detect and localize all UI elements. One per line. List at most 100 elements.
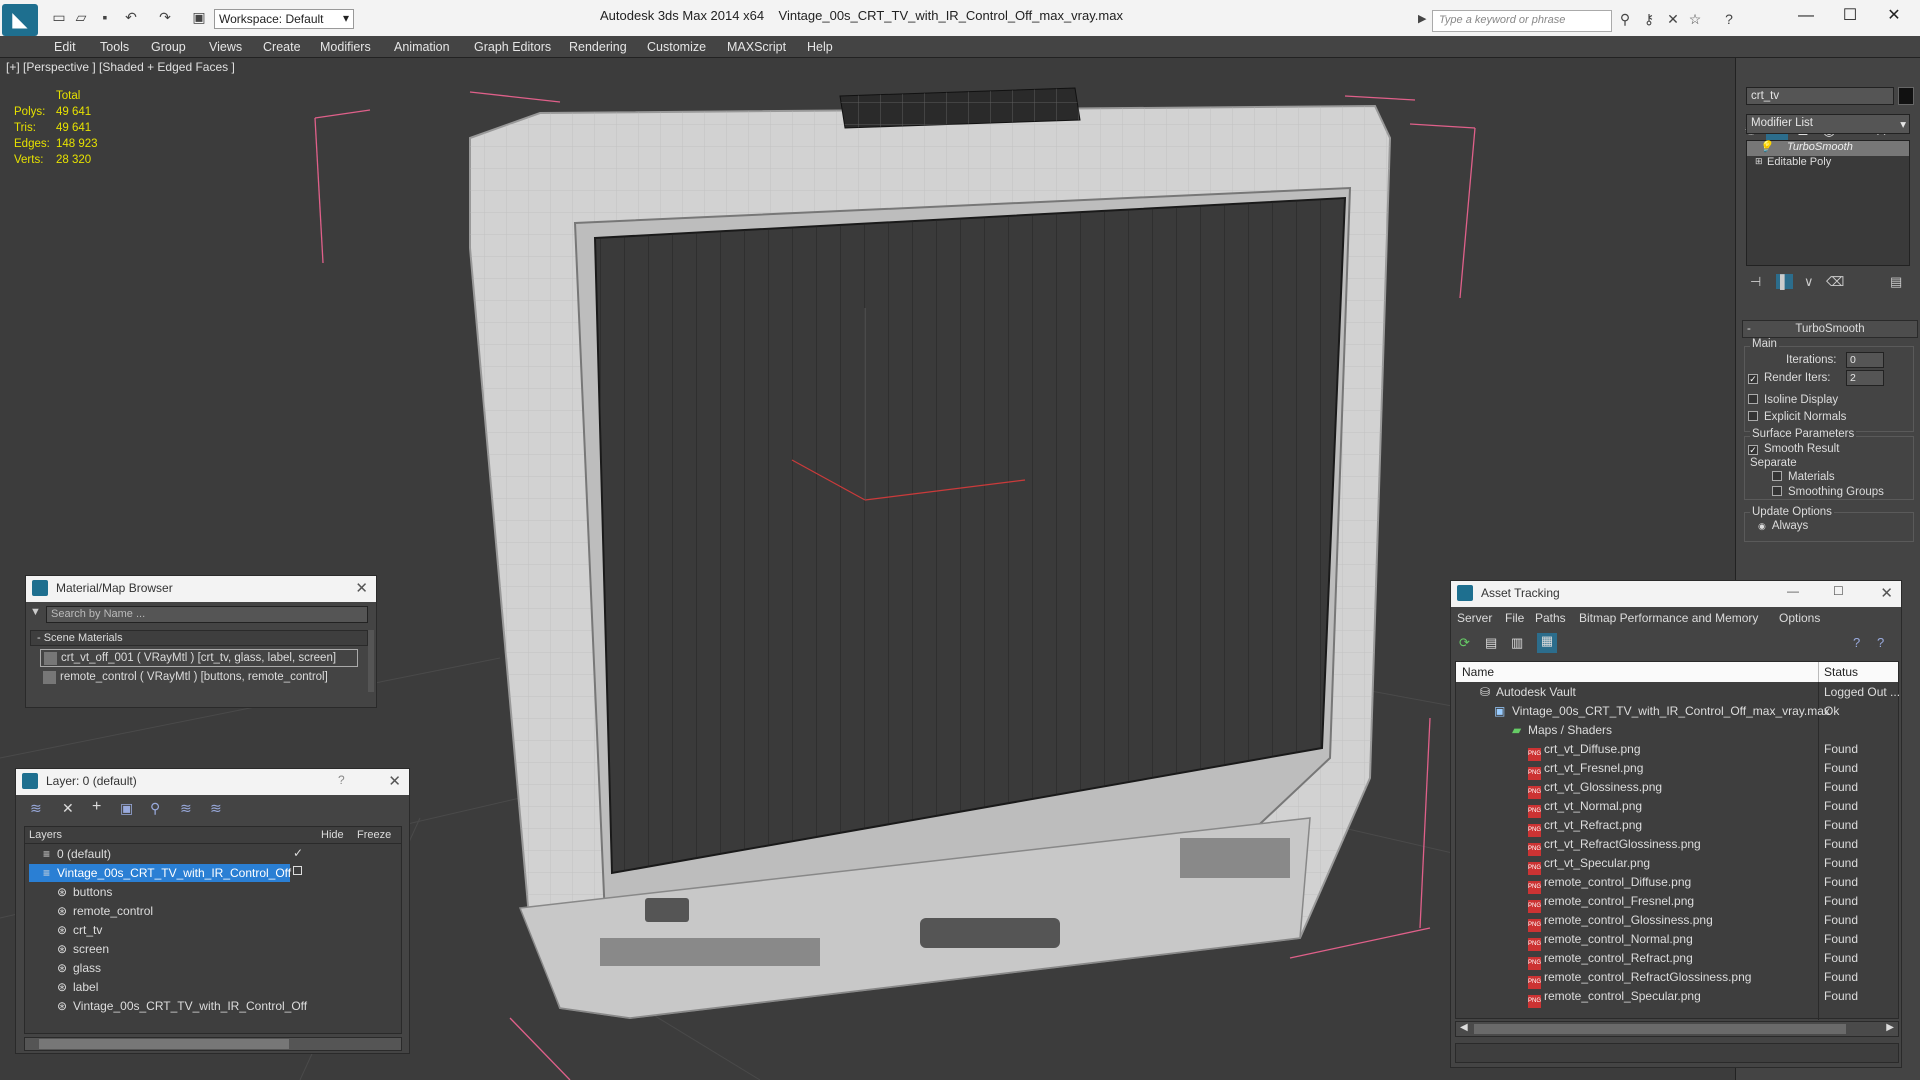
tools-icon[interactable]: ✕	[1664, 10, 1682, 28]
separate-smoothing-groups-checkbox[interactable]: Smoothing Groups	[1772, 486, 1884, 498]
close-window-button[interactable]: ✕	[1874, 4, 1914, 28]
asset-row[interactable]: PNG crt_vt_Fresnel.png Found	[1456, 759, 1898, 780]
list-view-icon[interactable]: ▤	[1485, 635, 1497, 651]
current-layer-check-icon[interactable]: ✓	[293, 846, 303, 860]
asset-row[interactable]: ▣ Vintage_00s_CRT_TV_with_IR_Control_Off_…	[1456, 702, 1898, 721]
pin-stack-icon[interactable]: ⊣	[1750, 274, 1761, 290]
current-layer-box-icon[interactable]	[293, 866, 302, 875]
menu-tools[interactable]: Tools	[100, 40, 129, 54]
help-icon[interactable]: ?	[338, 773, 345, 787]
binoculars-icon[interactable]: ⚲	[1616, 10, 1634, 28]
column-status[interactable]: Status	[1824, 665, 1858, 679]
highlight-layer-icon[interactable]: ⚲	[150, 800, 160, 817]
menu-graph-editors[interactable]: Graph Editors	[474, 40, 551, 54]
delete-layer-icon[interactable]: ✕	[62, 800, 74, 817]
search-input[interactable]: Type a keyword or phrase	[1432, 10, 1612, 32]
asset-row[interactable]: PNG crt_vt_RefractGlossiness.png Found	[1456, 835, 1898, 856]
asset-row[interactable]: PNG crt_vt_Refract.png Found	[1456, 816, 1898, 837]
layer-row[interactable]: ≡ Vintage_00s_CRT_TV_with_IR_Control_Off	[25, 864, 401, 883]
asset-row[interactable]: ▰ Maps / Shaders	[1456, 721, 1898, 740]
save-icon[interactable]: ▪	[96, 8, 114, 26]
column-freeze[interactable]: Freeze	[357, 829, 391, 841]
asset-row[interactable]: PNG crt_vt_Diffuse.png Found	[1456, 740, 1898, 761]
workspace-dropdown[interactable]: Workspace: Default ▾	[214, 9, 354, 29]
menu-views[interactable]: Views	[209, 40, 242, 54]
show-end-result-icon[interactable]: ▌	[1776, 274, 1794, 289]
close-icon[interactable]: ✕	[1880, 584, 1893, 602]
menu-bitmap-performance[interactable]: Bitmap Performance and Memory	[1579, 611, 1758, 625]
menu-options[interactable]: Options	[1779, 611, 1820, 625]
context-help-icon[interactable]: ?	[1877, 635, 1884, 650]
smooth-result-checkbox[interactable]: ✓ Smooth Result	[1748, 443, 1839, 455]
menu-create[interactable]: Create	[263, 40, 301, 54]
stack-item-turbosmooth[interactable]: 💡 TurboSmooth	[1747, 141, 1909, 156]
remove-modifier-icon[interactable]: ⌫	[1826, 274, 1844, 290]
layer-row[interactable]: ⊛ screen	[25, 940, 401, 959]
select-objects-icon[interactable]: ▣	[120, 800, 133, 817]
asset-horizontal-scrollbar[interactable]: ◀ ▶	[1455, 1021, 1899, 1037]
layer-row[interactable]: ⊛ crt_tv	[25, 921, 401, 940]
menu-help[interactable]: Help	[807, 40, 833, 54]
open-file-icon[interactable]: ▱	[72, 8, 90, 26]
asset-tracking-titlebar[interactable]: Asset Tracking — ☐ ✕	[1451, 581, 1901, 607]
favorites-star-icon[interactable]: ☆	[1686, 10, 1704, 28]
layer-panel-titlebar[interactable]: Layer: 0 (default)? ✕	[16, 769, 409, 795]
new-file-icon[interactable]: ▭	[50, 8, 68, 26]
menu-maxscript[interactable]: MAXScript	[727, 40, 786, 54]
scroll-right-icon[interactable]: ▶	[1886, 1022, 1894, 1033]
layer-row[interactable]: ⊛ glass	[25, 959, 401, 978]
layer-row[interactable]: ⊛ remote_control	[25, 902, 401, 921]
expand-plus-icon[interactable]: ⊞	[1755, 156, 1763, 167]
browser-options-icon[interactable]: ▼	[30, 606, 41, 618]
menu-file[interactable]: File	[1505, 611, 1524, 625]
asset-row[interactable]: PNG crt_vt_Specular.png Found	[1456, 854, 1898, 875]
isoline-display-checkbox[interactable]: Isoline Display	[1748, 394, 1838, 406]
render-iters-checkbox[interactable]: ✓ Render Iters:	[1748, 372, 1830, 384]
asset-row[interactable]: PNG remote_control_Refract.png Found	[1456, 949, 1898, 970]
object-color-swatch[interactable]	[1898, 87, 1914, 105]
menu-modifiers[interactable]: Modifiers	[320, 40, 371, 54]
close-icon[interactable]: ✕	[355, 579, 368, 597]
column-layers[interactable]: Layers	[29, 829, 62, 841]
stack-item-editable-poly[interactable]: ⊞ Editable Poly	[1747, 156, 1909, 171]
undo-icon[interactable]: ↶	[122, 8, 140, 26]
freeze-all-layers-icon[interactable]: ≋	[210, 800, 222, 817]
viewport-label[interactable]: [+] [Perspective ] [Shaded + Edged Faces…	[6, 60, 235, 74]
material-item[interactable]: remote_control ( VRayMtl ) [buttons, rem…	[40, 669, 358, 687]
key-icon[interactable]: ⚷	[1640, 10, 1658, 28]
layer-row[interactable]: ⊛ buttons	[25, 883, 401, 902]
asset-row[interactable]: PNG remote_control_Fresnel.png Found	[1456, 892, 1898, 913]
maximize-button[interactable]: ☐	[1833, 584, 1844, 598]
asset-row[interactable]: PNG crt_vt_Normal.png Found	[1456, 797, 1898, 818]
layer-horizontal-scrollbar[interactable]	[24, 1037, 402, 1051]
separate-materials-checkbox[interactable]: Materials	[1772, 471, 1835, 483]
material-item[interactable]: crt_vt_off_001 ( VRayMtl ) [crt_tv, glas…	[40, 649, 358, 667]
refresh-icon[interactable]: ⟳	[1459, 635, 1470, 651]
hide-all-layers-icon[interactable]: ≋	[180, 800, 192, 817]
close-icon[interactable]: ✕	[388, 772, 401, 790]
asset-row[interactable]: ⛁ Autodesk Vault Logged Out ...	[1456, 683, 1900, 702]
layer-row[interactable]: ≡ 0 (default) ✓	[25, 845, 401, 864]
help-question-icon[interactable]: ?	[1853, 635, 1860, 650]
detail-view-icon[interactable]: ▥	[1511, 635, 1523, 651]
object-name-field[interactable]: crt_tv	[1746, 87, 1894, 105]
menu-customize[interactable]: Customize	[647, 40, 706, 54]
minimize-button[interactable]: —	[1786, 4, 1826, 28]
menu-rendering[interactable]: Rendering	[569, 40, 627, 54]
layer-row[interactable]: ⊛ Vintage_00s_CRT_TV_with_IR_Control_Off	[25, 997, 401, 1016]
asset-row[interactable]: PNG remote_control_Normal.png Found	[1456, 930, 1898, 951]
asset-row[interactable]: PNG remote_control_RefractGlossiness.png F…	[1456, 968, 1898, 989]
turbosmooth-rollout-header[interactable]: - TurboSmooth	[1742, 320, 1918, 338]
help-icon[interactable]: ?	[1720, 10, 1738, 28]
layer-row[interactable]: ⊛ label	[25, 978, 401, 997]
scroll-left-icon[interactable]: ◀	[1460, 1022, 1468, 1033]
menu-group[interactable]: Group	[151, 40, 186, 54]
menu-paths[interactable]: Paths	[1535, 611, 1566, 625]
menu-server[interactable]: Server	[1457, 611, 1492, 625]
lightbulb-icon[interactable]: 💡	[1759, 140, 1773, 153]
app-logo-icon[interactable]: ◣	[2, 4, 38, 36]
configure-sets-icon[interactable]: ▤	[1890, 274, 1902, 290]
minimize-button[interactable]: —	[1787, 584, 1799, 598]
asset-row[interactable]: PNG crt_vt_Glossiness.png Found	[1456, 778, 1898, 799]
scrollbar-thumb[interactable]	[1474, 1024, 1846, 1034]
